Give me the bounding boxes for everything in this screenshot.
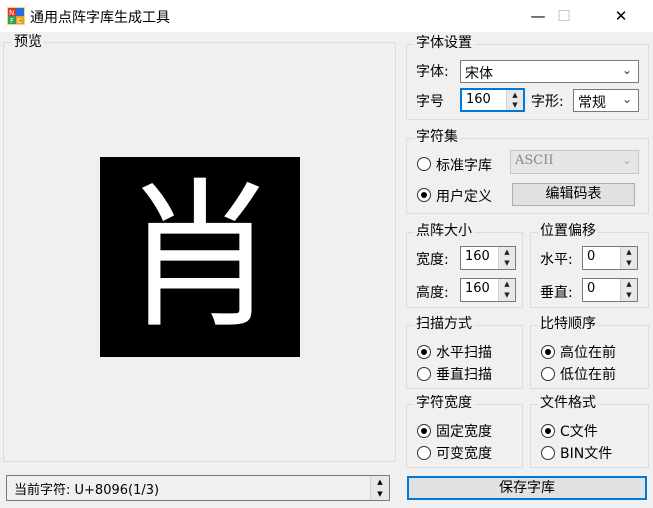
offset-label: 位置偏移 — [538, 223, 598, 239]
style-label: 字形: — [531, 94, 564, 110]
custom-charset-label: 用户定义 — [436, 189, 492, 205]
height-label: 高度: — [416, 285, 449, 301]
msb-first-radio[interactable] — [541, 345, 555, 359]
font-select[interactable]: 宋体 ⌄ — [460, 60, 639, 83]
down-arrow-icon[interactable]: ▼ — [507, 100, 523, 110]
file-format-label: 文件格式 — [538, 395, 598, 411]
height-value: 160 — [465, 281, 490, 296]
c-file-radio[interactable] — [541, 424, 555, 438]
custom-charset-radio[interactable] — [417, 188, 431, 202]
chevron-down-icon: ⌄ — [621, 63, 632, 77]
chevron-down-icon: ⌄ — [621, 92, 632, 106]
charset-label: 字符集 — [414, 129, 460, 145]
style-select[interactable]: 常规 ⌄ — [573, 89, 639, 112]
down-arrow-icon[interactable]: ▼ — [499, 290, 515, 301]
style-select-value: 常规 — [578, 95, 606, 111]
vertical-scan-label: 垂直扫描 — [436, 367, 492, 383]
fixed-width-radio[interactable] — [417, 424, 431, 438]
save-font-button[interactable]: 保存字库 — [407, 476, 647, 500]
vertical-offset-label: 垂直: — [540, 285, 573, 301]
c-file-label: C文件 — [560, 424, 598, 440]
app-icon: N F C — [7, 7, 25, 25]
vertical-offset-stepper[interactable]: 0 ▲ ▼ — [582, 278, 638, 302]
svg-text:C: C — [17, 17, 22, 25]
status-spinner[interactable]: ▲ ▼ — [370, 476, 389, 500]
preview-label: 预览 — [12, 34, 44, 50]
lsb-first-radio[interactable] — [541, 367, 555, 381]
horizontal-scan-label: 水平扫描 — [436, 345, 492, 361]
window-title: 通用点阵字库生成工具 — [30, 10, 170, 26]
width-stepper[interactable]: 160 ▲ ▼ — [460, 246, 516, 270]
glyph-char: 肖 — [119, 163, 280, 350]
horizontal-offset-value: 0 — [587, 249, 596, 264]
width-label: 宽度: — [416, 252, 449, 268]
size-label: 字号 — [416, 94, 444, 110]
status-field: 当前字符: U+8096(1/3) ▲ ▼ — [6, 475, 390, 501]
horizontal-offset-stepper[interactable]: 0 ▲ ▼ — [582, 246, 638, 270]
bin-file-label: BIN文件 — [560, 446, 613, 462]
down-arrow-icon[interactable]: ▼ — [621, 258, 637, 269]
standard-charset-value: ASCII — [515, 153, 554, 168]
standard-charset-radio[interactable] — [417, 157, 431, 171]
maximize-button[interactable]: ☐ — [541, 0, 587, 32]
standard-charset-label: 标准字库 — [436, 158, 492, 174]
matrix-size-label: 点阵大小 — [414, 223, 474, 239]
height-stepper[interactable]: 160 ▲ ▼ — [460, 278, 516, 302]
msb-first-label: 高位在前 — [560, 345, 616, 361]
font-settings-label: 字体设置 — [414, 35, 474, 51]
svg-text:F: F — [10, 17, 14, 25]
down-arrow-icon[interactable]: ▼ — [499, 258, 515, 269]
title-bar: N F C 通用点阵字库生成工具 — ☐ ✕ — [0, 0, 653, 32]
size-stepper[interactable]: 160 ▲ ▼ — [460, 88, 525, 112]
horizontal-scan-radio[interactable] — [417, 345, 431, 359]
size-value: 160 — [466, 92, 491, 107]
vertical-offset-value: 0 — [587, 281, 596, 296]
chevron-down-icon: ⌄ — [621, 153, 632, 167]
status-down-arrow-icon[interactable]: ▼ — [371, 488, 389, 500]
scan-label: 扫描方式 — [414, 316, 474, 332]
current-char-text: 当前字符: U+8096(1/3) — [14, 483, 160, 498]
variable-width-radio[interactable] — [417, 446, 431, 460]
edit-codetable-button[interactable]: 编辑码表 — [512, 183, 635, 206]
lsb-first-label: 低位在前 — [560, 367, 616, 383]
font-label: 字体: — [416, 64, 449, 80]
svg-text:N: N — [9, 9, 14, 17]
vertical-scan-radio[interactable] — [417, 367, 431, 381]
width-value: 160 — [465, 249, 490, 264]
horizontal-offset-label: 水平: — [540, 252, 573, 268]
standard-charset-select[interactable]: ASCII ⌄ — [510, 150, 639, 174]
bit-order-label: 比特顺序 — [538, 316, 598, 332]
glyph-preview: 肖 — [100, 157, 300, 357]
close-button[interactable]: ✕ — [598, 0, 644, 32]
font-select-value: 宋体 — [465, 66, 493, 82]
status-up-arrow-icon[interactable]: ▲ — [371, 476, 389, 488]
down-arrow-icon[interactable]: ▼ — [621, 290, 637, 301]
char-width-label: 字符宽度 — [414, 395, 474, 411]
bin-file-radio[interactable] — [541, 446, 555, 460]
fixed-width-label: 固定宽度 — [436, 424, 492, 440]
variable-width-label: 可变宽度 — [436, 446, 492, 462]
